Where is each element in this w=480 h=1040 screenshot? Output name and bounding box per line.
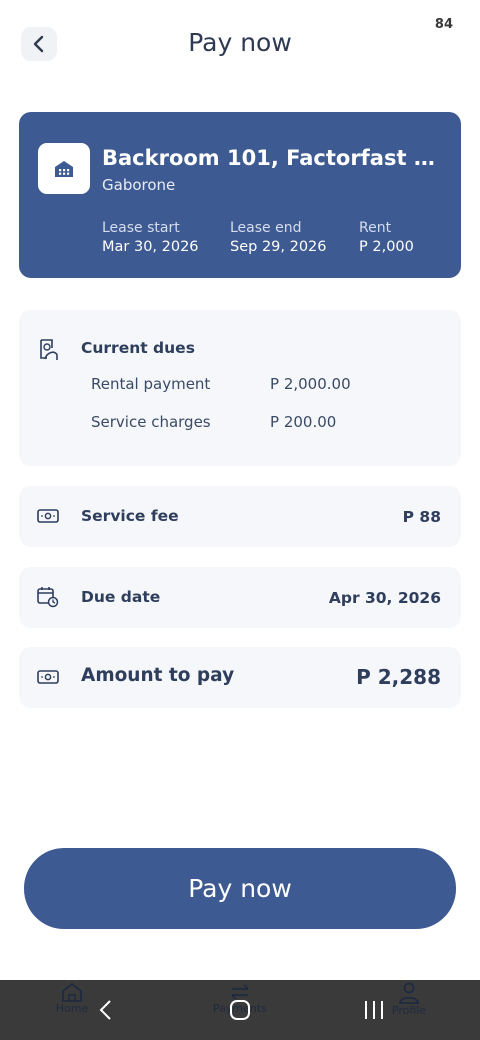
user-icon (399, 982, 419, 1004)
service-fee-label: Service fee (81, 507, 179, 525)
service-fee-card: Service fee P 88 (19, 486, 461, 547)
cash-icon (37, 670, 59, 684)
rent-value: P 2,000 (359, 239, 414, 255)
lease-end-label: Lease end (230, 220, 302, 236)
system-back-icon[interactable] (98, 998, 114, 1022)
calendar-clock-icon (37, 587, 59, 608)
bottom-navigation: Home Payments Profile (0, 980, 480, 1040)
pay-now-button[interactable]: Pay now (24, 848, 456, 929)
lease-end-value: Sep 29, 2026 (230, 239, 327, 255)
rental-payment-label: Rental payment (91, 375, 211, 393)
due-date-label: Due date (81, 588, 161, 606)
nav-home-label: Home (55, 1002, 89, 1015)
receipt-hand-icon (40, 339, 58, 360)
property-card[interactable]: Backroom 101, Factorfast Homes Gaborone … (19, 112, 461, 278)
due-date-card: Due date Apr 30, 2026 (19, 567, 461, 628)
home-icon (62, 982, 82, 1002)
amount-to-pay-card: Amount to pay P 2,288 (19, 647, 461, 708)
service-fee-value: P 88 (402, 508, 441, 526)
property-city: Gaborone (102, 176, 176, 194)
rent: Rent P 2,000 (359, 220, 414, 255)
due-date-value: Apr 30, 2026 (328, 589, 441, 607)
system-home-icon[interactable] (228, 998, 252, 1022)
nav-profile-label: Profile (391, 1004, 427, 1017)
system-recents-icon[interactable] (362, 998, 386, 1022)
service-charges-value: P 200.00 (270, 413, 337, 431)
property-icon-box (38, 143, 90, 194)
current-dues-title: Current dues (81, 339, 195, 357)
current-dues-card: Current dues Rental payment P 2,000.00 S… (19, 310, 461, 466)
property-name: Backroom 101, Factorfast Homes (102, 146, 447, 170)
rent-label: Rent (359, 220, 392, 236)
amount-to-pay-value: P 2,288 (356, 665, 441, 689)
building-icon (55, 160, 73, 177)
lease-end: Lease end Sep 29, 2026 (230, 220, 327, 255)
cash-icon (37, 509, 59, 523)
lease-start-value: Mar 30, 2026 (102, 239, 199, 255)
page-title: Pay now (188, 28, 292, 57)
rental-payment-value: P 2,000.00 (270, 375, 351, 393)
amount-to-pay-label: Amount to pay (81, 665, 235, 686)
service-charges-label: Service charges (91, 413, 211, 431)
lease-start: Lease start Mar 30, 2026 (102, 220, 199, 255)
lease-start-label: Lease start (102, 220, 180, 236)
